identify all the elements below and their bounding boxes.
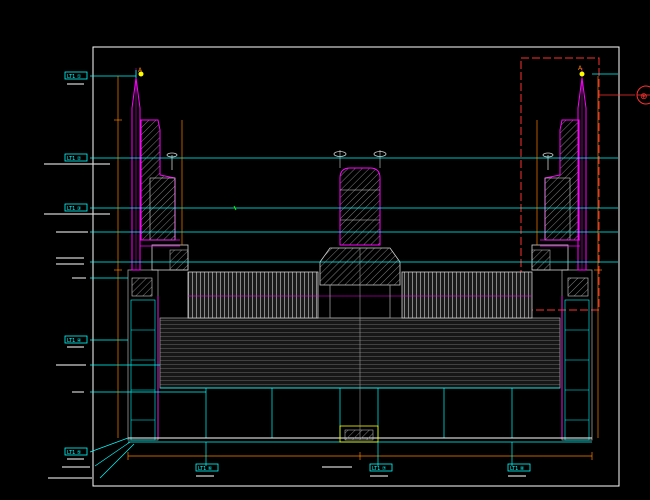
tag-l5-text: LT1 ⑤ (67, 450, 81, 456)
tag-l4: LT1 ④ (64, 335, 88, 344)
tag-b3: LT1 ⑧ (507, 463, 531, 472)
tag-l3: LT1 ③ (64, 203, 88, 212)
tag-l1: LT1 ① (64, 71, 88, 80)
tag-b2: LT1 ⑦ (369, 463, 393, 472)
panel-right (401, 271, 533, 319)
tag-b2-text: LT1 ⑦ (372, 466, 387, 472)
panel-left (187, 271, 319, 319)
left-column (127, 269, 159, 441)
right-column (561, 269, 593, 441)
tag-l2: LT1 ② (64, 153, 88, 162)
bottom-callouts (89, 437, 513, 479)
cad-elevation-drawing: ⊕ A A LT1 ① LT1 ② LT1 ③ LT1 ④ LT1 ⑤ LT1 … (44, 46, 650, 487)
left-post (140, 119, 189, 271)
tag-b1: LT1 ⑥ (195, 463, 219, 472)
anchor-bolts (166, 152, 554, 170)
tag-b1-text: LT1 ⑥ (198, 466, 213, 472)
tag-l4-text: LT1 ④ (67, 338, 82, 344)
tag-l3-text: LT1 ③ (67, 206, 81, 212)
tag-l1-text: LT1 ① (67, 74, 82, 80)
section-marker-symbol: ⊕ (640, 92, 648, 102)
section-marker: ⊕ (599, 85, 650, 105)
center-base (339, 425, 379, 443)
center-post (319, 150, 401, 438)
tag-b3-text: LT1 ⑧ (510, 466, 525, 472)
tag-l5: LT1 ⑤ (64, 447, 88, 456)
right-post (531, 119, 580, 271)
tag-l2-text: LT1 ② (67, 156, 82, 162)
